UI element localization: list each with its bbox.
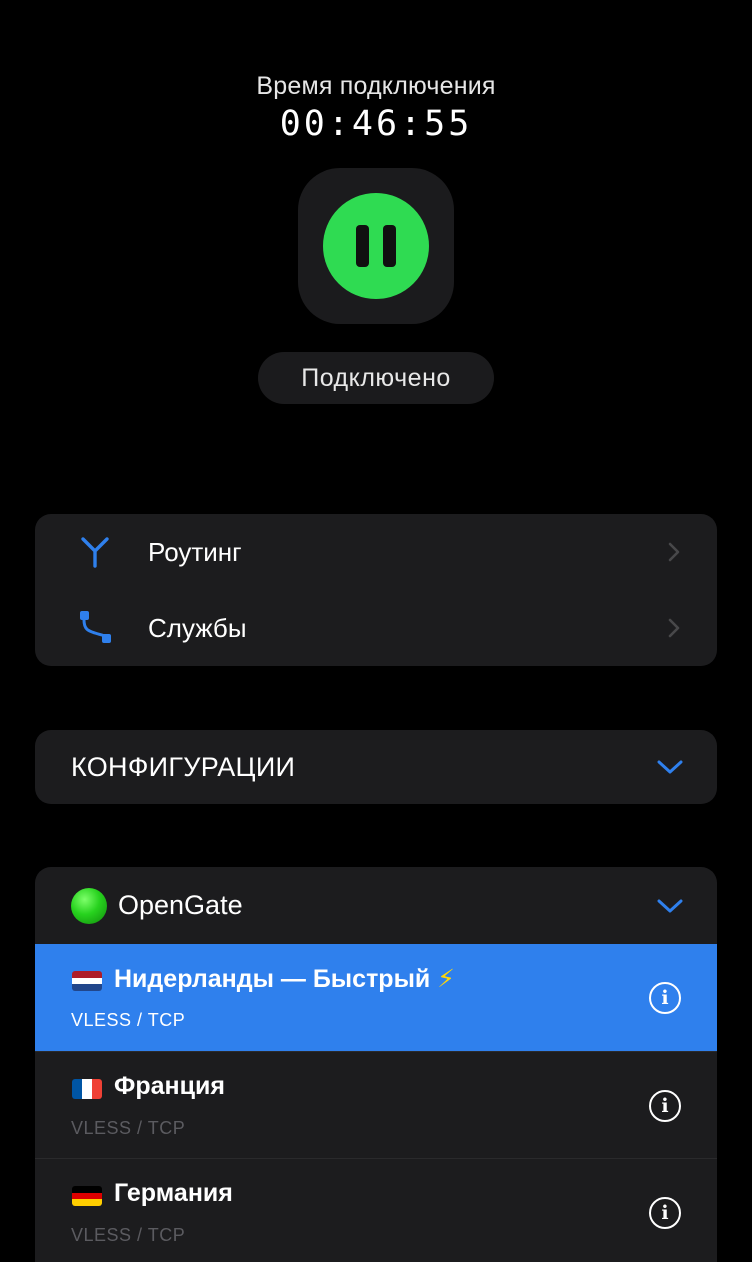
server-name: Германия — [114, 1179, 233, 1207]
chevron-down-icon — [657, 899, 683, 913]
config-group-header[interactable]: OpenGate — [35, 867, 717, 944]
server-row-netherlands[interactable]: Нидерланды — Быстрый ⚡ VLESS / TCP i — [35, 944, 717, 1051]
power-tile — [298, 168, 454, 324]
green-status-dot-icon — [71, 888, 107, 924]
chevron-right-icon — [668, 542, 680, 562]
navigation-card: Роутинг Службы — [35, 514, 717, 666]
info-icon[interactable]: i — [649, 1090, 681, 1122]
menu-item-routing[interactable]: Роутинг — [35, 514, 717, 590]
france-flag-icon — [72, 1079, 102, 1099]
germany-flag-icon — [72, 1186, 102, 1206]
server-protocol: VLESS / TCP — [71, 1225, 186, 1245]
menu-item-services[interactable]: Службы — [35, 590, 717, 666]
server-protocol: VLESS / TCP — [71, 1010, 186, 1030]
server-row-france[interactable]: Франция VLESS / TCP i — [35, 1051, 717, 1158]
menu-item-label: Службы — [148, 612, 247, 643]
configurations-section-header[interactable]: КОНФИГУРАЦИИ — [35, 730, 717, 804]
server-name: Франция — [114, 1072, 225, 1100]
chevron-down-icon — [657, 760, 683, 774]
connection-timer: 00:46:55 — [279, 104, 473, 144]
pause-connection-button[interactable] — [323, 193, 429, 299]
server-protocol: VLESS / TCP — [71, 1118, 186, 1138]
menu-item-label: Роутинг — [148, 536, 242, 567]
connection-status-badge: Подключено — [258, 352, 494, 404]
server-name: Нидерланды — Быстрый — [114, 965, 431, 993]
connection-time-label: Время подключения — [256, 72, 496, 100]
server-row-germany[interactable]: Германия VLESS / TCP i — [35, 1158, 717, 1262]
vpn-main-screen: Время подключения 00:46:55 Подключено Ро… — [0, 0, 752, 1262]
routing-icon — [81, 537, 109, 568]
chevron-right-icon — [668, 618, 680, 638]
services-icon — [80, 611, 111, 643]
config-group-card: OpenGate Нидерланды — Быстрый ⚡ VLESS / … — [35, 867, 717, 1262]
info-icon[interactable]: i — [649, 982, 681, 1014]
lightning-icon: ⚡ — [437, 965, 455, 993]
configurations-title: КОНФИГУРАЦИИ — [71, 751, 296, 782]
netherlands-flag-icon — [72, 971, 102, 991]
pause-icon — [356, 225, 369, 267]
info-icon[interactable]: i — [649, 1197, 681, 1229]
config-group-name: OpenGate — [118, 890, 243, 920]
